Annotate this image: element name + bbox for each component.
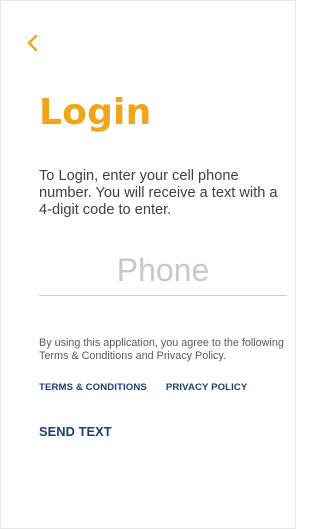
back-button[interactable] <box>21 31 45 55</box>
privacy-policy-link[interactable]: PRIVACY POLICY <box>166 382 248 396</box>
terms-disclaimer: By using this application, you agree to … <box>39 337 284 362</box>
terms-link[interactable]: TERMS & CONDITIONS <box>39 382 147 396</box>
phone-field <box>39 247 287 296</box>
login-screen: Login To Login, enter your cell phone nu… <box>0 0 296 529</box>
page-title: Login <box>39 92 152 133</box>
login-instructions: To Login, enter your cell phone number. … <box>39 168 278 218</box>
policy-links: TERMS & CONDITIONS PRIVACY POLICY <box>39 382 247 396</box>
phone-input[interactable] <box>39 247 287 293</box>
chevron-left-icon <box>27 34 38 52</box>
send-text-button[interactable]: SEND TEXT <box>39 424 112 439</box>
